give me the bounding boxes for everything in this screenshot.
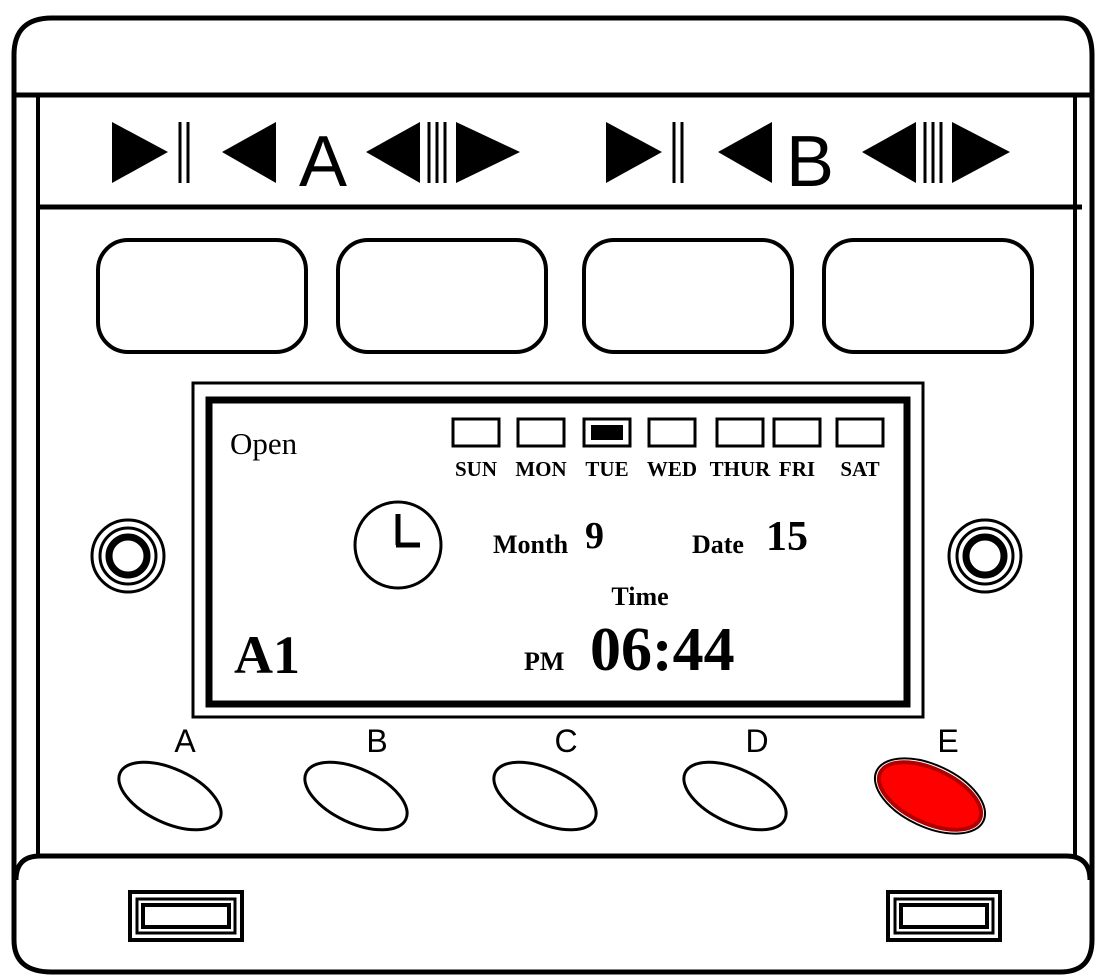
- day-box: [772, 417, 822, 448]
- day-label: TUE: [585, 457, 628, 481]
- day-label: THUR: [710, 457, 772, 481]
- terminal-window: [822, 238, 1034, 354]
- button-label: C: [554, 723, 577, 759]
- day-box: [647, 417, 697, 448]
- terminal-window: [582, 238, 794, 354]
- program-indicator: A1: [234, 625, 300, 685]
- day-label: SUN: [455, 457, 497, 481]
- day-box: [715, 417, 765, 448]
- date-label: Date: [692, 530, 744, 559]
- day-label: MON: [515, 457, 566, 481]
- ampm-indicator: PM: [524, 647, 564, 676]
- day-label: WED: [647, 457, 697, 481]
- day-label: SAT: [840, 457, 879, 481]
- day-box: [451, 417, 501, 448]
- lcd-display: Open SUN MON TUE WED THUR FRI SAT Month 9 Date…: [191, 381, 925, 719]
- channel-b-label: B: [786, 122, 834, 202]
- terminal-window: [336, 238, 548, 354]
- button-label: A: [174, 723, 196, 759]
- left-mount-slot: [128, 890, 244, 942]
- date-value: 15: [766, 514, 808, 560]
- right-mount-slot: [886, 890, 1002, 942]
- button-label: B: [366, 723, 387, 759]
- button-label: E: [937, 723, 958, 759]
- month-label: Month: [493, 530, 569, 559]
- month-value: 9: [585, 515, 604, 557]
- terminal-window: [96, 238, 308, 354]
- time-label: Time: [611, 582, 668, 611]
- timer-device: A B Open SUN MON TUE WED THUR FRI SAT Mo…: [11, 15, 1095, 975]
- day-box: [835, 417, 885, 448]
- day-label: FRI: [779, 457, 815, 481]
- day-box-active-fill: [591, 425, 623, 440]
- clock-icon: [353, 500, 443, 590]
- day-box: [516, 417, 566, 448]
- time-value: 06:44: [590, 616, 735, 684]
- button-label: D: [745, 723, 768, 759]
- status-text: Open: [230, 426, 298, 461]
- channel-a-label: A: [299, 122, 347, 202]
